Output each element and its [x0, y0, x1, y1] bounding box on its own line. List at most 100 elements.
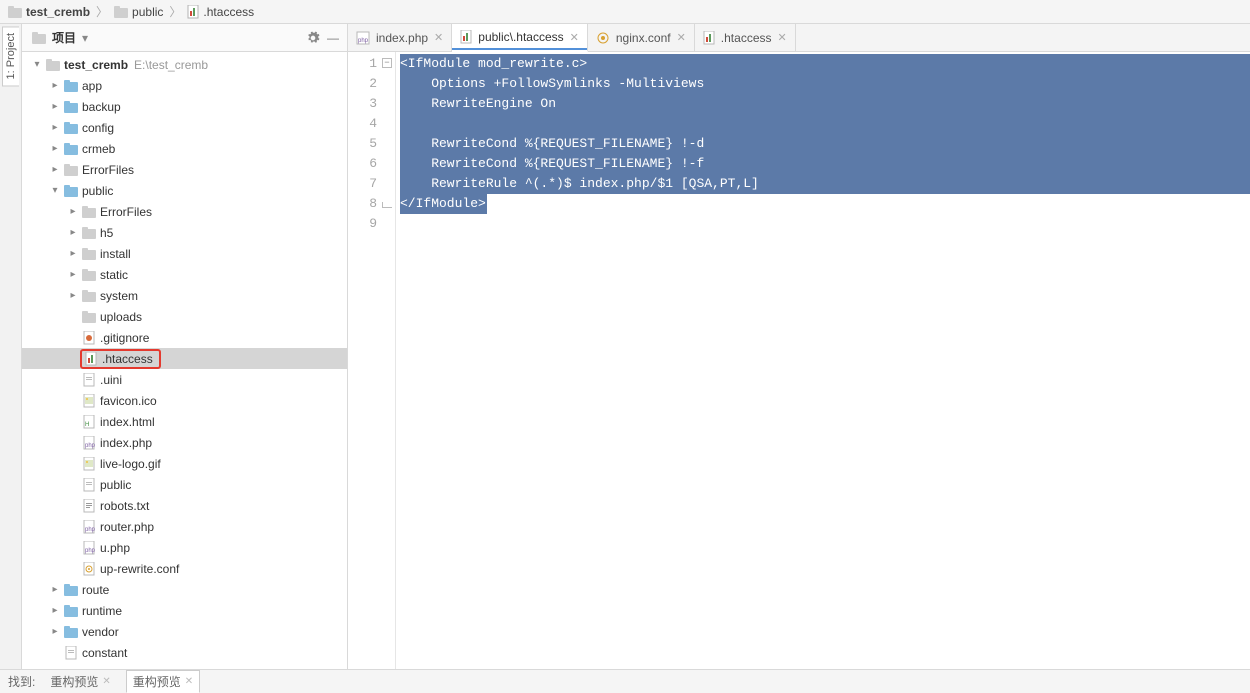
- tree-row[interactable]: ▸.uini: [22, 369, 347, 390]
- close-icon[interactable]: ✕: [570, 31, 579, 44]
- editor-code[interactable]: <IfModule mod_rewrite.c> Options +Follow…: [396, 52, 1250, 669]
- tree-row[interactable]: ▸ system: [22, 285, 347, 306]
- chevron-right-icon[interactable]: ▸: [48, 584, 62, 595]
- close-icon[interactable]: ✕: [778, 31, 787, 44]
- close-icon[interactable]: ✕: [102, 676, 110, 687]
- breadcrumb-file[interactable]: .htaccess: [183, 5, 258, 19]
- htaccess-file-icon: [703, 31, 715, 45]
- project-tool-tab[interactable]: 1: Project: [2, 26, 19, 86]
- chevron-right-icon[interactable]: ▸: [66, 248, 80, 259]
- breadcrumb-root[interactable]: test_cremb: [4, 5, 94, 19]
- folder-icon: [8, 6, 22, 18]
- chevron-right-icon[interactable]: ▸: [48, 143, 62, 154]
- folder-icon: [80, 227, 98, 239]
- code-line[interactable]: RewriteCond %{REQUEST_FILENAME} !-f: [396, 154, 1250, 174]
- tree-row[interactable]: ▸ .gitignore: [22, 327, 347, 348]
- tree-row[interactable]: ▸ backup: [22, 96, 347, 117]
- tree-item-label: favicon.ico: [98, 394, 157, 408]
- tree-row[interactable]: ▸ErrorFiles: [22, 159, 347, 180]
- code-line[interactable]: Options +FollowSymlinks -Multiviews: [396, 74, 1250, 94]
- collapse-icon[interactable]: —: [323, 28, 343, 48]
- svg-text:H: H: [85, 422, 89, 428]
- tree-row[interactable]: ▸ route: [22, 579, 347, 600]
- chevron-down-icon[interactable]: ▾: [48, 185, 62, 196]
- code-line[interactable]: RewriteRule ^(.*)$ index.php/$1 [QSA,PT,…: [396, 174, 1250, 194]
- tree-row[interactable]: ▸public: [22, 474, 347, 495]
- tree-row[interactable]: ▸.htaccess: [22, 348, 347, 369]
- chevron-right-icon[interactable]: ▸: [48, 122, 62, 133]
- tree-root[interactable]: ▾ test_cremb E:\test_cremb: [22, 54, 347, 75]
- breadcrumb-mid[interactable]: public: [110, 5, 167, 19]
- folder-icon: [80, 290, 98, 302]
- chevron-down-icon[interactable]: ▾: [30, 59, 44, 70]
- tree-row[interactable]: ▸favicon.ico: [22, 390, 347, 411]
- close-icon[interactable]: ✕: [185, 676, 193, 687]
- close-icon[interactable]: ✕: [434, 31, 443, 44]
- tree-row[interactable]: ▸up-rewrite.conf: [22, 558, 347, 579]
- project-panel-title: 项目: [52, 29, 76, 46]
- tree-row[interactable]: ▸install: [22, 243, 347, 264]
- fold-minus-icon[interactable]: −: [382, 58, 392, 68]
- close-icon[interactable]: ✕: [677, 31, 686, 44]
- code-line[interactable]: RewriteCond %{REQUEST_FILENAME} !-d: [396, 134, 1250, 154]
- status-tab-preview1[interactable]: 重构预览 ✕: [43, 670, 117, 693]
- tree-item-label: static: [98, 268, 128, 282]
- code-line[interactable]: RewriteEngine On: [396, 94, 1250, 114]
- tree-item-label: .htaccess: [100, 352, 153, 366]
- tree-item-label: app: [80, 79, 102, 93]
- gear-icon[interactable]: [303, 28, 323, 48]
- folder-icon: [114, 6, 128, 18]
- image-file-icon: [80, 394, 98, 408]
- status-tab-preview2[interactable]: 重构预览 ✕: [126, 670, 200, 693]
- tree-row[interactable]: ▸constant: [22, 642, 347, 663]
- gutter-line-number: 2: [348, 74, 395, 94]
- php-file-icon: php: [80, 520, 98, 534]
- chevron-right-icon: ▸: [66, 332, 80, 343]
- tree-item-label: .gitignore: [98, 331, 149, 345]
- chevron-right-icon[interactable]: ▸: [66, 227, 80, 238]
- chevron-right-icon[interactable]: ▸: [48, 80, 62, 91]
- tree-row[interactable]: ▸crmeb: [22, 138, 347, 159]
- code-line[interactable]: [396, 214, 1250, 234]
- tree-row[interactable]: ▸ app: [22, 75, 347, 96]
- code-line[interactable]: <IfModule mod_rewrite.c>: [396, 54, 1250, 74]
- tree-row[interactable]: ▸uploads: [22, 306, 347, 327]
- chevron-right-icon[interactable]: ▸: [48, 605, 62, 616]
- tree-item-label: uploads: [98, 310, 142, 324]
- editor-tab[interactable]: nginx.conf✕: [588, 24, 695, 51]
- tree-row[interactable]: ▸live-logo.gif: [22, 453, 347, 474]
- tree-row[interactable]: ▸ErrorFiles: [22, 201, 347, 222]
- breadcrumb: test_cremb 〉 public 〉 .htaccess: [0, 0, 1250, 24]
- tree-row[interactable]: ▸vendor: [22, 621, 347, 642]
- fold-end-icon[interactable]: [382, 202, 392, 208]
- html-file-icon: H: [80, 415, 98, 429]
- chevron-down-icon[interactable]: ▾: [82, 31, 88, 45]
- editor-tab[interactable]: phpindex.php✕: [348, 24, 452, 51]
- tree-row[interactable]: ▸runtime: [22, 600, 347, 621]
- tree-row[interactable]: ▸Hindex.html: [22, 411, 347, 432]
- chevron-right-icon[interactable]: ▸: [48, 164, 62, 175]
- editor-tab[interactable]: public\.htaccess✕: [452, 24, 588, 52]
- code-line[interactable]: [396, 114, 1250, 134]
- tree-row[interactable]: ▸phprouter.php: [22, 516, 347, 537]
- tree-row[interactable]: ▸ static: [22, 264, 347, 285]
- chevron-right-icon[interactable]: ▸: [48, 626, 62, 637]
- chevron-right-icon[interactable]: ▸: [66, 206, 80, 217]
- tree-row[interactable]: ▸phpu.php: [22, 537, 347, 558]
- chevron-right-icon[interactable]: ▸: [66, 290, 80, 301]
- tree-row[interactable]: ▾public: [22, 180, 347, 201]
- chevron-right-icon[interactable]: ▸: [66, 269, 80, 280]
- chevron-right-icon[interactable]: ▸: [48, 101, 62, 112]
- gutter-line-number: 5: [348, 134, 395, 154]
- tree-item-label: backup: [80, 100, 121, 114]
- file-icon: [80, 373, 98, 387]
- tree-row[interactable]: ▸h5: [22, 222, 347, 243]
- tree-item-label: route: [80, 583, 109, 597]
- code-line[interactable]: </IfModule>: [396, 194, 1250, 214]
- editor-tab[interactable]: .htaccess✕: [695, 24, 796, 51]
- tree-row[interactable]: ▸config: [22, 117, 347, 138]
- tree-row[interactable]: ▸robots.txt: [22, 495, 347, 516]
- tree-row[interactable]: ▸phpindex.php: [22, 432, 347, 453]
- tree-item-label: system: [98, 289, 138, 303]
- project-tree[interactable]: ▾ test_cremb E:\test_cremb ▸ app ▸ backup ▸c…: [22, 52, 347, 669]
